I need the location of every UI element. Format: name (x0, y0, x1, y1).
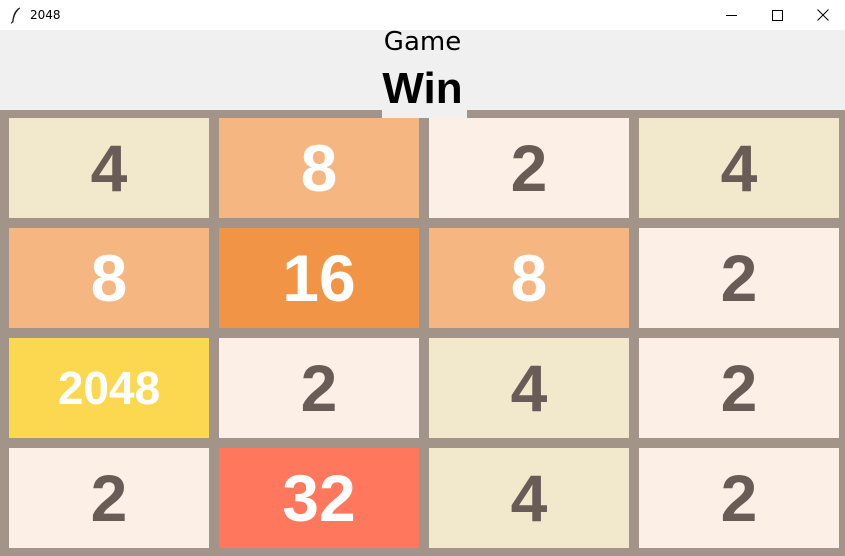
tile-r4-c4: 2 (639, 448, 839, 548)
tile-r1-c1: 4 (9, 118, 209, 218)
tile-r2-c4: 2 (639, 228, 839, 328)
game-board: 4 8 2 4 8 16 8 2 2048 2 4 2 2 32 4 2 (0, 110, 845, 556)
tile-r1-c2: 8 (219, 118, 419, 218)
minimize-icon (725, 14, 737, 16)
tile-r3-c3: 4 (429, 338, 629, 438)
status-label: Win (382, 64, 463, 113)
window-title: 2048 (30, 8, 61, 22)
title-bar: 2048 (0, 0, 845, 30)
close-button[interactable] (800, 0, 845, 30)
tile-r4-c2: 32 (219, 448, 419, 548)
tile-r3-c2: 2 (219, 338, 419, 438)
maximize-icon (771, 9, 783, 21)
tile-r1-c4: 4 (639, 118, 839, 218)
tile-r2-c3: 8 (429, 228, 629, 328)
minimize-button[interactable] (708, 0, 754, 30)
tile-r4-c1: 2 (9, 448, 209, 548)
tile-r1-c3: 2 (429, 118, 629, 218)
tile-r3-c1: 2048 (9, 338, 209, 438)
game-label: Game (383, 27, 462, 57)
tile-r2-c2: 16 (219, 228, 419, 328)
feather-icon (10, 7, 21, 24)
tile-r2-c1: 8 (9, 228, 209, 328)
tile-r4-c3: 4 (429, 448, 629, 548)
maximize-button[interactable] (754, 0, 800, 30)
tile-r3-c4: 2 (639, 338, 839, 438)
close-icon (817, 9, 829, 21)
